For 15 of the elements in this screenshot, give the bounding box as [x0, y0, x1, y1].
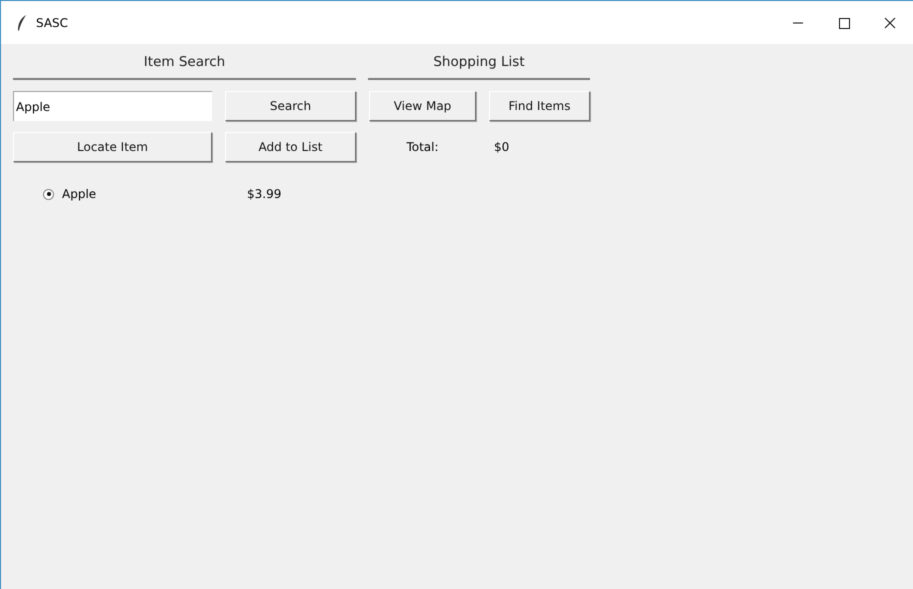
feather-icon: [17, 14, 27, 30]
total-label: Total:: [406, 140, 439, 154]
section-heading: Shopping List: [433, 53, 525, 72]
view-map-button[interactable]: View Map: [369, 91, 476, 121]
add-to-list-button[interactable]: Add to List: [225, 132, 356, 162]
total-value: $0: [494, 140, 510, 154]
search-field[interactable]: Apple: [13, 91, 212, 121]
section-heading: Item Search: [144, 53, 226, 72]
find-items-button[interactable]: Find Items: [489, 91, 590, 121]
window-title: SASC: [36, 16, 68, 30]
result-name: Apple: [62, 187, 98, 201]
locate-item-button[interactable]: Locate Item: [13, 132, 212, 162]
search-button[interactable]: Search: [225, 91, 356, 121]
result-price: $3.99: [247, 187, 282, 201]
radio-button[interactable]: [43, 188, 54, 200]
